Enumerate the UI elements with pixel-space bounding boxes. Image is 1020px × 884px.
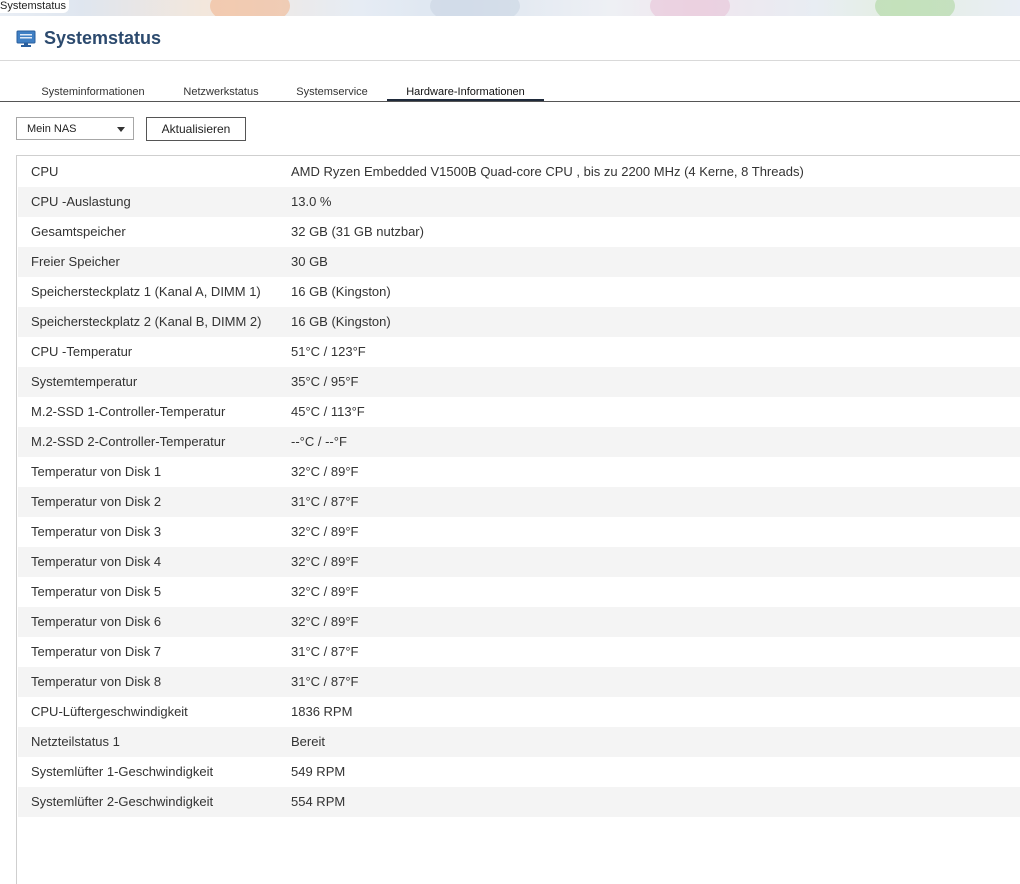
row-value: 30 GB	[291, 254, 328, 269]
table-row: M.2-SSD 2-Controller-Temperatur --°C / -…	[18, 427, 1020, 457]
refresh-button[interactable]: Aktualisieren	[146, 117, 246, 141]
row-label: Temperatur von Disk 2	[31, 494, 162, 509]
row-label: Temperatur von Disk 1	[31, 464, 162, 479]
tab-systemservice[interactable]: Systemservice	[284, 85, 380, 101]
row-label: M.2-SSD 2-Controller-Temperatur	[31, 434, 226, 449]
row-label: CPU-Lüftergeschwindigkeit	[31, 704, 188, 719]
hardware-info-table: CPU AMD Ryzen Embedded V1500B Quad-core …	[16, 155, 1020, 884]
row-label: Systemlüfter 2-Geschwindigkeit	[31, 794, 214, 809]
row-label: M.2-SSD 1-Controller-Temperatur	[31, 404, 226, 419]
table-row: Temperatur von Disk 5 32°C / 89°F	[18, 577, 1020, 607]
row-value: 1836 RPM	[291, 704, 353, 719]
tab-systeminformationen[interactable]: Systeminformationen	[27, 85, 159, 101]
row-value: 31°C / 87°F	[291, 494, 359, 509]
row-value: 51°C / 123°F	[291, 344, 366, 359]
table-row: Freier Speicher 30 GB	[18, 247, 1020, 277]
window-title: Systemstatus	[0, 0, 70, 13]
row-label: Temperatur von Disk 7	[31, 644, 162, 659]
row-value: 45°C / 113°F	[291, 404, 365, 419]
row-label: CPU	[31, 164, 59, 179]
table-row: Systemlüfter 1-Geschwindigkeit 549 RPM	[18, 757, 1020, 787]
tab-hardware-informationen[interactable]: Hardware-Informationen	[387, 85, 544, 101]
device-select[interactable]: Mein NAS	[16, 117, 134, 140]
row-label: Systemlüfter 1-Geschwindigkeit	[31, 764, 214, 779]
row-label: Freier Speicher	[31, 254, 120, 269]
table-row: Temperatur von Disk 8 31°C / 87°F	[18, 667, 1020, 697]
row-value: Bereit	[291, 734, 325, 749]
table-row: Temperatur von Disk 1 32°C / 89°F	[18, 457, 1020, 487]
table-row: Temperatur von Disk 4 32°C / 89°F	[18, 547, 1020, 577]
row-label: Temperatur von Disk 8	[31, 674, 162, 689]
table-row: Temperatur von Disk 3 32°C / 89°F	[18, 517, 1020, 547]
row-label: Temperatur von Disk 6	[31, 614, 162, 629]
row-value: 554 RPM	[291, 794, 346, 809]
row-value: 32 GB (31 GB nutzbar)	[291, 224, 424, 239]
tab-bar: Systeminformationen Netzwerkstatus Syste…	[0, 79, 1020, 102]
table-row: Systemtemperatur 35°C / 95°F	[18, 367, 1020, 397]
row-value: 13.0 %	[291, 194, 332, 209]
monitor-icon	[16, 30, 36, 48]
row-label: Speichersteckplatz 2 (Kanal B, DIMM 2)	[31, 314, 262, 329]
row-label: Speichersteckplatz 1 (Kanal A, DIMM 1)	[31, 284, 261, 299]
row-label: CPU -Auslastung	[31, 194, 131, 209]
chevron-down-icon	[117, 127, 125, 132]
table-row: CPU AMD Ryzen Embedded V1500B Quad-core …	[18, 157, 1020, 187]
table-row: Gesamtspeicher 32 GB (31 GB nutzbar)	[18, 217, 1020, 247]
table-row: Speichersteckplatz 2 (Kanal B, DIMM 2) 1…	[18, 307, 1020, 337]
row-label: Systemtemperatur	[31, 374, 138, 389]
row-label: CPU -Temperatur	[31, 344, 133, 359]
row-value: 32°C / 89°F	[291, 524, 359, 539]
table-row: Systemlüfter 2-Geschwindigkeit 554 RPM	[18, 787, 1020, 817]
row-value: 32°C / 89°F	[291, 584, 359, 599]
device-select-value: Mein NAS	[27, 123, 77, 135]
app-header: Systemstatus	[0, 16, 1020, 61]
row-label: Netzteilstatus 1	[31, 734, 120, 749]
table-row: CPU -Auslastung 13.0 %	[18, 187, 1020, 217]
table-row: CPU -Temperatur 51°C / 123°F	[18, 337, 1020, 367]
table-row: Temperatur von Disk 2 31°C / 87°F	[18, 487, 1020, 517]
row-value: 35°C / 95°F	[291, 374, 359, 389]
row-value: 31°C / 87°F	[291, 644, 359, 659]
row-value: 31°C / 87°F	[291, 674, 359, 689]
row-value: --°C / --°F	[291, 434, 347, 449]
table-row: M.2-SSD 1-Controller-Temperatur 45°C / 1…	[18, 397, 1020, 427]
row-label: Temperatur von Disk 5	[31, 584, 162, 599]
row-value: 549 RPM	[291, 764, 346, 779]
page-title: Systemstatus	[44, 28, 162, 48]
row-value: 32°C / 89°F	[291, 464, 359, 479]
table-row: Speichersteckplatz 1 (Kanal A, DIMM 1) 1…	[18, 277, 1020, 307]
table-row: Temperatur von Disk 6 32°C / 89°F	[18, 607, 1020, 637]
row-value: 32°C / 89°F	[291, 614, 359, 629]
tab-netzwerkstatus[interactable]: Netzwerkstatus	[170, 85, 272, 101]
table-row: CPU-Lüftergeschwindigkeit 1836 RPM	[18, 697, 1020, 727]
row-value: 16 GB (Kingston)	[291, 314, 391, 329]
desktop-background-strip	[0, 0, 1020, 16]
row-label: Temperatur von Disk 4	[31, 554, 162, 569]
table-row: Temperatur von Disk 7 31°C / 87°F	[18, 637, 1020, 667]
row-label: Temperatur von Disk 3	[31, 524, 162, 539]
row-value: 32°C / 89°F	[291, 554, 359, 569]
row-value: 16 GB (Kingston)	[291, 284, 391, 299]
table-row: Netzteilstatus 1 Bereit	[18, 727, 1020, 757]
row-value: AMD Ryzen Embedded V1500B Quad-core CPU …	[291, 164, 804, 179]
row-label: Gesamtspeicher	[31, 224, 126, 239]
